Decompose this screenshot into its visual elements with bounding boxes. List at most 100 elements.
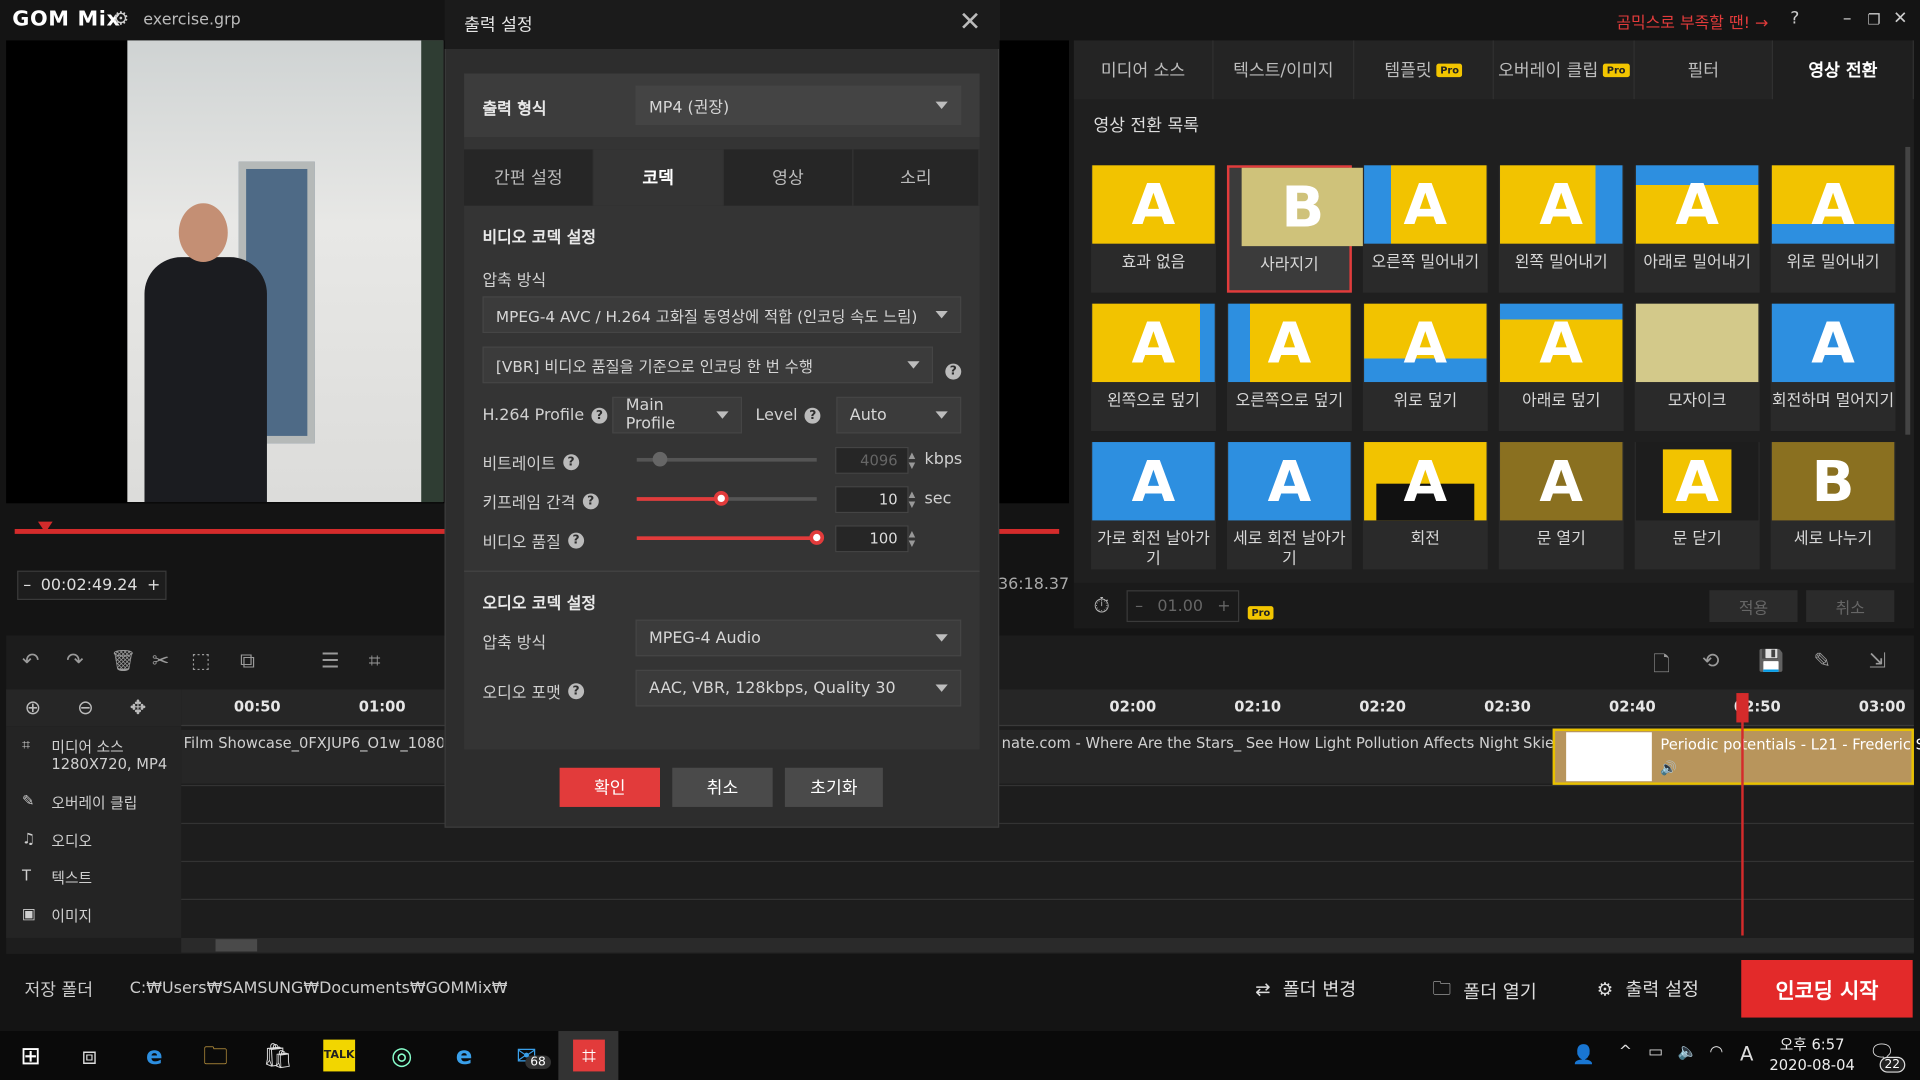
level-select[interactable]: Auto <box>836 396 962 434</box>
export-icon[interactable]: ⇲ <box>1869 649 1886 673</box>
transition-cancel-button[interactable]: 취소 <box>1806 590 1895 623</box>
transition-tile[interactable]: A 왼쪽 밀어내기 <box>1498 165 1624 293</box>
transition-tile[interactable]: A 회전 <box>1362 442 1488 570</box>
video-codec-select[interactable]: MPEG-4 AVC / H.264 고화질 동영상에 적합 (인코딩 속도 느… <box>482 296 962 334</box>
vbr-mode-select[interactable]: [VBR] 비디오 품질을 기준으로 인코딩 한 번 수행 <box>482 346 934 384</box>
playhead-handle[interactable] <box>1736 693 1749 723</box>
taskbar-clock[interactable]: 오후 6:57 2020-08-04 <box>1769 1035 1854 1077</box>
profile-select[interactable]: Main Profile <box>612 396 743 434</box>
delete-icon[interactable]: 🗑 <box>110 649 136 673</box>
panel-scrollbar[interactable] <box>1905 146 1911 435</box>
restore-button[interactable]: ❐ <box>1867 11 1880 28</box>
keyframe-spinner-icon[interactable]: ▲ ▼ <box>909 490 919 510</box>
dialog-tab[interactable]: 간편 설정 <box>464 149 594 206</box>
panel-tab[interactable]: 영상 전환 <box>1773 40 1914 100</box>
crop-icon[interactable]: ⌗ <box>369 649 381 673</box>
battery-icon[interactable]: ▭ <box>1648 1043 1663 1061</box>
audio-format-select[interactable]: AAC, VBR, 128kbps, Quality 30 <box>635 669 962 707</box>
transition-tile[interactable]: A 회전하며 멀어지기 <box>1770 303 1896 432</box>
quality-slider[interactable] <box>636 536 817 541</box>
dialog-tab[interactable]: 소리 <box>853 149 980 206</box>
transition-tile[interactable]: A 오른쪽으로 덮기 <box>1226 303 1352 432</box>
internet-explorer-icon[interactable]: e <box>448 1040 480 1072</box>
panel-tab[interactable]: 필터 <box>1635 40 1774 100</box>
duration-minus[interactable]: – <box>1135 597 1143 615</box>
help-icon[interactable]: ? <box>568 683 585 700</box>
app-icon[interactable]: ◎ <box>386 1040 418 1072</box>
help-icon[interactable]: ? <box>582 493 599 510</box>
timeline-scrollbar[interactable] <box>181 937 1914 953</box>
adjust-icon[interactable]: ☰ <box>321 649 340 673</box>
promo-link[interactable]: 곰믹스로 부족할 땐! → <box>1616 10 1768 33</box>
panel-tab[interactable]: 오버레이 클립 Pro <box>1494 40 1635 100</box>
transition-tile[interactable]: A 아래로 덮기 <box>1498 303 1624 432</box>
task-view-icon[interactable]: ⧈ <box>73 1040 105 1072</box>
reset-button[interactable]: 초기화 <box>784 767 883 807</box>
new-project-icon[interactable]: 🗋 <box>1653 649 1670 685</box>
open-folder-button[interactable]: 🗀 폴더 열기 <box>1433 976 1537 1007</box>
undo-icon[interactable]: ↶ <box>22 649 39 673</box>
cut-icon[interactable]: ✂ <box>152 649 169 673</box>
save-icon[interactable]: 💾 <box>1758 649 1784 673</box>
save-as-icon[interactable]: ✎ <box>1813 649 1830 673</box>
dialog-tab[interactable]: 영상 <box>724 149 854 206</box>
transition-tile[interactable]: A 효과 없음 <box>1091 165 1216 293</box>
quality-input[interactable]: 100 <box>835 525 909 553</box>
dialog-tab[interactable]: 코덱 <box>593 149 724 206</box>
playhead[interactable] <box>1741 693 1744 936</box>
panel-tab[interactable]: 템플릿 Pro <box>1354 40 1494 100</box>
current-time-box[interactable]: – 00:02:49.24 + <box>17 570 167 601</box>
zoom-in-icon[interactable]: ⊕ <box>24 696 40 719</box>
format-select[interactable]: MP4 (권장) <box>635 85 962 125</box>
gear-icon[interactable]: ⚙ <box>113 7 129 29</box>
timeline-clip[interactable]: nate.com - Where Are the Stars_ See How … <box>999 730 1553 784</box>
ime-indicator[interactable]: A <box>1740 1042 1753 1065</box>
transition-tile[interactable]: A 가로 회전 날아가기 <box>1091 442 1216 570</box>
time-plus-button[interactable]: + <box>147 576 160 594</box>
volume-icon[interactable]: 🔈 <box>1678 1043 1698 1061</box>
audio-codec-select[interactable]: MPEG-4 Audio <box>635 619 962 657</box>
transition-tile[interactable]: A 왼쪽으로 덮기 <box>1091 303 1216 432</box>
redo-icon[interactable]: ↷ <box>66 649 83 673</box>
timeline-clip[interactable]: Film Showcase_0FXJUP6_O1w_1080p.mp4 <box>181 730 444 784</box>
windows-start-icon[interactable]: ⊞ <box>15 1040 47 1072</box>
ok-button[interactable]: 확인 <box>559 767 661 807</box>
duration-input[interactable]: – 01.00 + <box>1126 590 1240 623</box>
select-range-icon[interactable]: ⬚ <box>191 649 211 673</box>
tray-chevron-icon[interactable]: ^ <box>1619 1043 1632 1061</box>
scrollbar-thumb[interactable] <box>215 939 258 952</box>
transition-tile[interactable]: B 사라지기 <box>1226 165 1365 293</box>
keyframe-input[interactable]: 10 <box>835 486 909 514</box>
help-icon[interactable]: ? <box>804 407 821 424</box>
scrubber-handle[interactable] <box>37 521 53 533</box>
panel-tab[interactable]: 텍스트/이미지 <box>1213 40 1355 100</box>
transition-tile[interactable]: A 아래로 밀어내기 <box>1634 165 1760 293</box>
store-icon[interactable]: 🛍 <box>262 1040 294 1072</box>
keyframe-slider-knob[interactable] <box>713 491 729 506</box>
help-icon[interactable]: ? <box>568 532 585 549</box>
help-button[interactable]: ? <box>1790 9 1799 29</box>
transition-tile[interactable]: A 위로 덮기 <box>1362 303 1488 432</box>
wifi-icon[interactable]: ◠ <box>1709 1043 1723 1061</box>
transition-tile[interactable]: A 위로 밀어내기 <box>1770 165 1896 293</box>
apply-button[interactable]: 적용 <box>1709 590 1798 623</box>
encode-start-button[interactable]: 인코딩 시작 <box>1741 960 1913 1018</box>
quality-slider-knob[interactable] <box>809 530 825 545</box>
close-window-button[interactable]: ✕ <box>1893 9 1907 29</box>
help-icon[interactable]: ? <box>945 363 962 380</box>
help-icon[interactable]: ? <box>563 454 579 471</box>
split-icon[interactable]: ⧉ <box>240 649 255 673</box>
quality-spinner-icon[interactable]: ▲ ▼ <box>909 529 919 549</box>
people-icon[interactable]: 👤 <box>1572 1043 1595 1065</box>
gom-mix-icon[interactable]: ⌗ <box>573 1039 605 1072</box>
fit-icon[interactable]: ✥ <box>130 696 146 719</box>
transition-tile[interactable]: 모자이크 <box>1634 303 1760 432</box>
time-minus-button[interactable]: – <box>23 576 31 594</box>
duration-plus[interactable]: + <box>1217 597 1230 615</box>
kakaotalk-icon[interactable]: TALK <box>323 1039 356 1072</box>
transition-tile[interactable]: A 문 열기 <box>1498 442 1624 570</box>
help-icon[interactable]: ? <box>591 407 608 424</box>
transition-tile[interactable]: A 세로 회전 날아가기 <box>1226 442 1352 570</box>
file-explorer-icon[interactable]: 🗀 <box>200 1040 232 1072</box>
panel-tab[interactable]: 미디어 소스 <box>1074 40 1214 100</box>
